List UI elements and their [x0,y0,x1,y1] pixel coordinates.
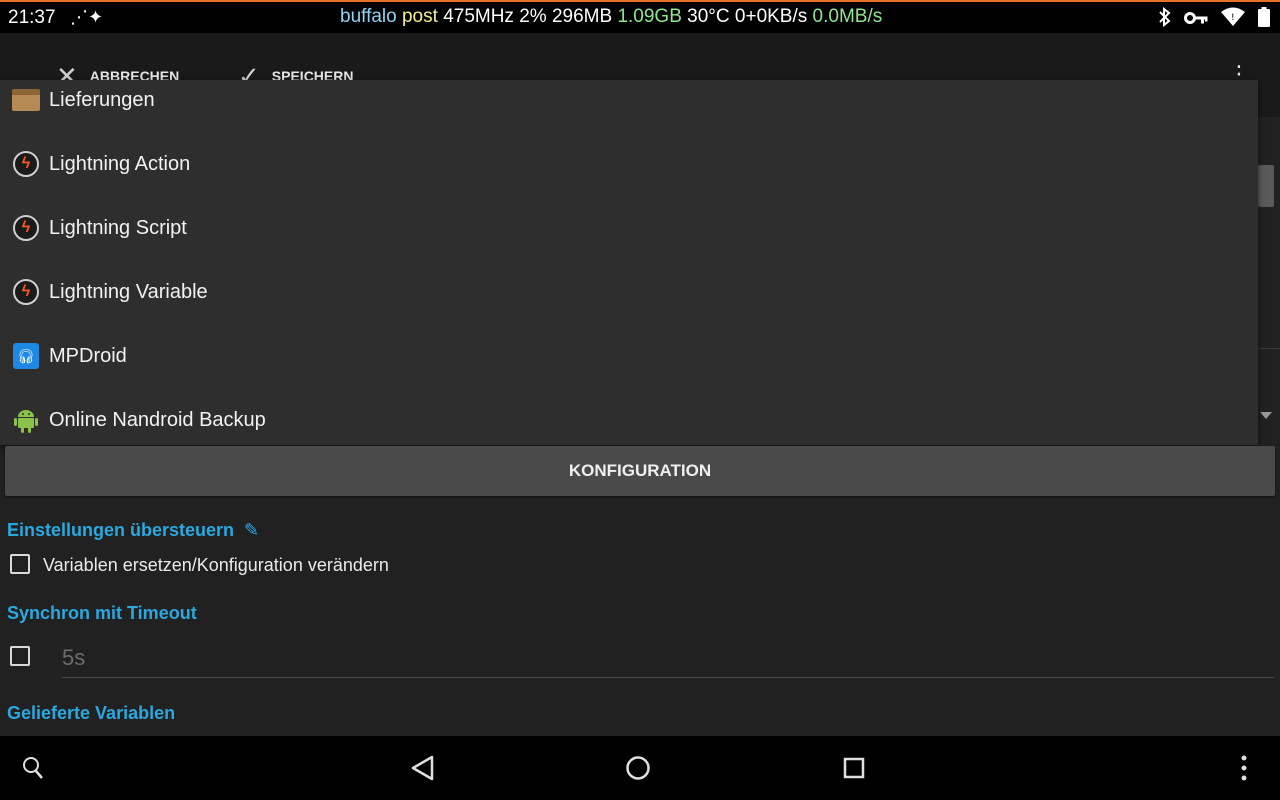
lightning-icon: ϟ [12,150,40,178]
stat-storage: 1.09GB [617,6,688,27]
status-time: 21:37 [8,7,56,28]
android-icon [12,406,40,434]
override-settings-header: Einstellungen übersteuern ✎ [7,520,259,541]
timeout-checkbox[interactable] [10,646,30,666]
stat-hostname: buffalo [340,6,402,27]
background-field-edge [1258,165,1274,207]
home-icon[interactable] [625,755,651,786]
overflow-menu-icon[interactable] [1238,755,1250,786]
timeout-placeholder: 5s [62,645,86,670]
bluetooth-icon [1158,6,1172,33]
back-icon[interactable] [410,755,436,786]
list-item-lieferungen[interactable]: Lieferungen [0,80,1258,132]
headphones-icon: 🎧︎ [12,342,40,370]
svg-text:!: ! [1231,13,1235,23]
stat-cpu-load: 2% [519,6,552,27]
plugin-selection-popup: Lieferungen ϟ Lightning Action ϟ Lightni… [0,80,1258,445]
vpn-key-icon [1184,9,1208,31]
list-item-mpdroid[interactable]: 🎧︎ MPDroid [0,324,1258,388]
battery-icon [1258,7,1270,33]
stat-disk-speed: 0.0MB/s [812,6,883,27]
list-item-label: Online Nandroid Backup [49,408,266,431]
configuration-button[interactable]: KONFIGURATION [5,446,1275,496]
system-stats: buffalo post 475MHz 2% 296MB 1.09GB 30°C… [340,6,882,28]
wifi-icon: ! [1220,7,1246,33]
stat-governor: post [401,6,444,27]
search-icon[interactable] [22,756,44,785]
replace-variables-checkbox[interactable] [10,554,30,574]
notification-magic-icon: ⋰✦ [70,7,104,27]
status-bar: 21:37 ⋰✦ buffalo post 475MHz 2% 296MB 1.… [0,0,1280,33]
stat-cpu-freq: 475MHz [443,6,520,27]
list-item-lightning-script[interactable]: ϟ Lightning Script [0,196,1258,260]
list-item-label: MPDroid [49,344,127,367]
replace-variables-label: Variablen ersetzen/Konfiguration verände… [43,555,389,575]
package-icon [12,86,40,114]
list-item-label: Lightning Variable [49,280,208,303]
list-item-label: Lightning Action [49,152,191,175]
timeout-section-header: Synchron mit Timeout [7,603,197,623]
list-item-label: Lightning Script [49,216,187,239]
list-item-lightning-variable[interactable]: ϟ Lightning Variable [0,260,1258,324]
list-item-online-nandroid-backup[interactable]: Online Nandroid Backup [0,388,1258,445]
navigation-bar [0,736,1280,800]
stat-temperature: 30°C [687,6,735,27]
list-item-lightning-action[interactable]: ϟ Lightning Action [0,132,1258,196]
pencil-edit-icon[interactable]: ✎ [244,520,259,541]
lightning-icon: ϟ [12,214,40,242]
dropdown-arrow-icon[interactable] [1260,412,1272,419]
timeout-input[interactable]: 5s [62,645,1274,678]
stat-ram: 296MB [551,6,618,27]
delivered-variables-header: Gelieferte Variablen [7,703,176,723]
lightning-icon: ϟ [12,278,40,306]
override-settings-title: Einstellungen übersteuern [7,520,235,540]
recent-apps-icon[interactable] [843,757,865,784]
stat-net-speed: 0+0KB/s [734,6,813,27]
background-divider [1258,348,1280,349]
list-item-label: Lieferungen [49,88,155,111]
